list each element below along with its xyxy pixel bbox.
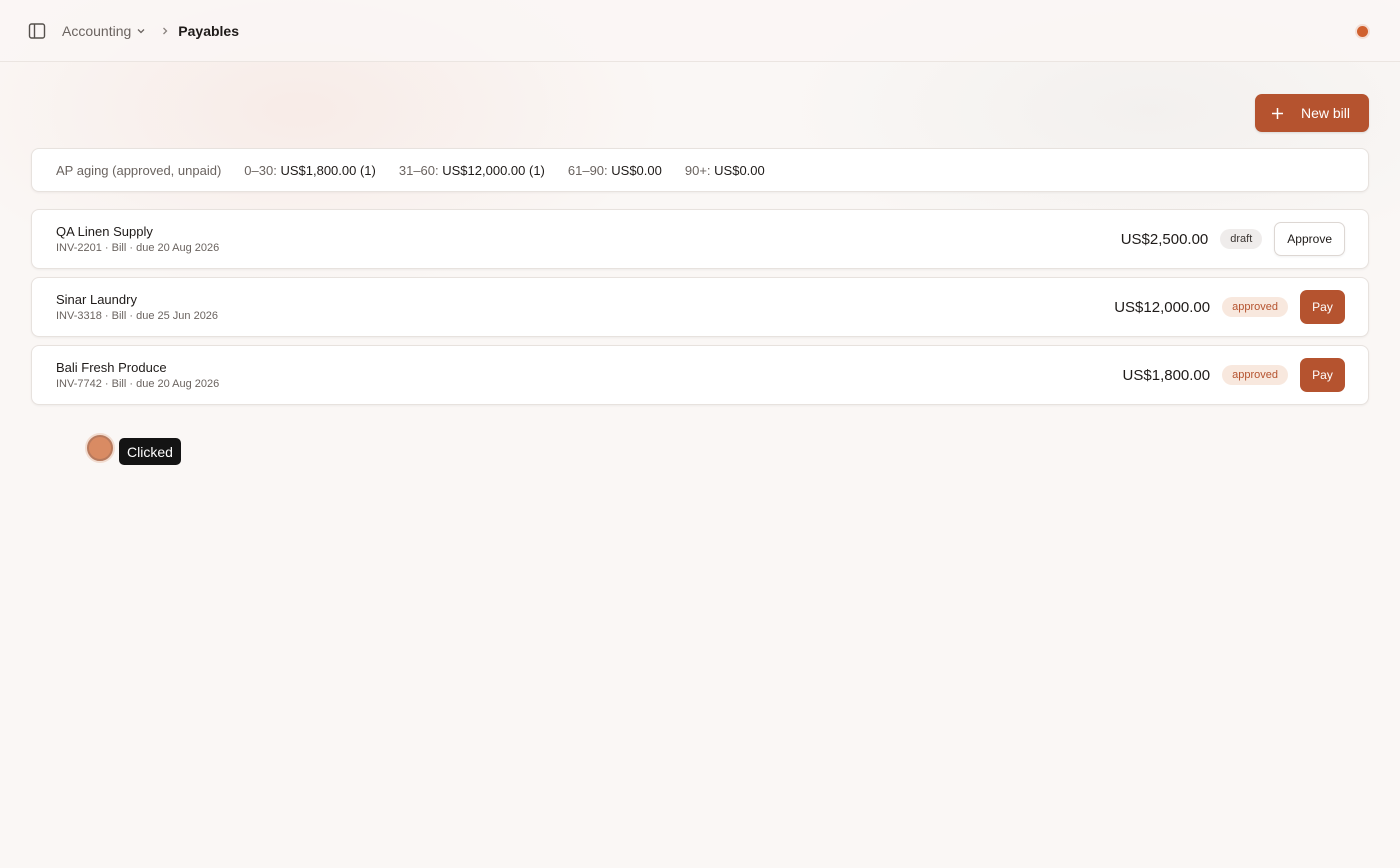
approve-button[interactable]: Approve [1274,222,1345,256]
chevron-down-icon [137,29,145,34]
breadcrumb-current: Payables [178,23,239,39]
aging-bucket-value: US$0.00 [714,162,765,178]
bill-amount: US$1,800.00 [1122,366,1211,384]
bill-amount: US$2,500.00 [1120,230,1209,248]
new-bill-label: New bill [1301,105,1351,121]
new-bill-button[interactable]: New bill [1255,94,1369,132]
bill-vendor: Sinar Laundry [56,292,137,307]
click-marker [87,435,113,461]
bill-actions: US$1,800.00 approved Pay [1123,358,1345,392]
aging-bucket-value: US$12,000.00 (1) [442,162,545,178]
status-badge: draft [1220,229,1263,249]
bill-meta: INV-7742 · Bill · due 20 Aug 2026 [56,378,220,390]
pay-button[interactable]: Pay [1300,290,1345,324]
bill-row: Bali Fresh Produce INV-7742 · Bill · due… [31,345,1369,405]
bill-actions: US$12,000.00 approved Pay [1114,290,1345,324]
bill-meta: INV-3318 · Bill · due 25 Jun 2026 [56,310,219,322]
breadcrumb: Accounting Payables [62,22,239,40]
ap-aging-title: AP aging (approved, unpaid) [56,162,222,178]
aging-bucket-label: 0–30: [244,162,277,178]
bill-vendor: Bali Fresh Produce [56,360,167,375]
background [0,0,1400,868]
aging-bucket-value: US$0.00 [611,162,662,178]
aging-bucket-label: 61–90: [567,162,608,178]
aging-bucket-31-60: 31–60: US$12,000.00 (1) [399,163,545,178]
top-bar: Accounting Payables [0,0,1400,62]
aging-bucket-90-plus: 90+: US$0.00 [685,163,765,178]
bill-amount: US$12,000.00 [1114,298,1211,316]
click-tooltip: Clicked [119,438,181,465]
bill-row: QA Linen Supply INV-2201 · Bill · due 20… [31,209,1369,269]
sidebar-toggle-icon[interactable] [28,22,46,40]
aging-bucket-0-30: 0–30: US$1,800.00 (1) [244,163,376,178]
bill-meta: INV-2201 · Bill · due 20 Aug 2026 [56,242,220,254]
aging-bucket-label: 31–60: [398,162,439,178]
aging-bucket-value: US$1,800.00 (1) [280,162,376,178]
aging-bucket-61-90: 61–90: US$0.00 [568,163,662,178]
bill-row: Sinar Laundry INV-3318 · Bill · due 25 J… [31,277,1369,337]
aging-bucket-label: 90+: [684,162,711,178]
status-badge: approved [1222,365,1288,385]
pay-button[interactable]: Pay [1300,358,1345,392]
status-dot [1357,26,1368,37]
ap-aging-summary: AP aging (approved, unpaid) 0–30: US$1,8… [31,148,1369,192]
plus-icon [1272,107,1283,119]
bill-vendor: QA Linen Supply [56,224,153,239]
chevron-right-icon [163,27,168,35]
breadcrumb-accounting-label: Accounting [62,23,132,39]
bill-actions: US$2,500.00 draft Approve [1121,222,1345,256]
status-badge: approved [1222,297,1288,317]
breadcrumb-accounting[interactable]: Accounting [62,23,146,39]
